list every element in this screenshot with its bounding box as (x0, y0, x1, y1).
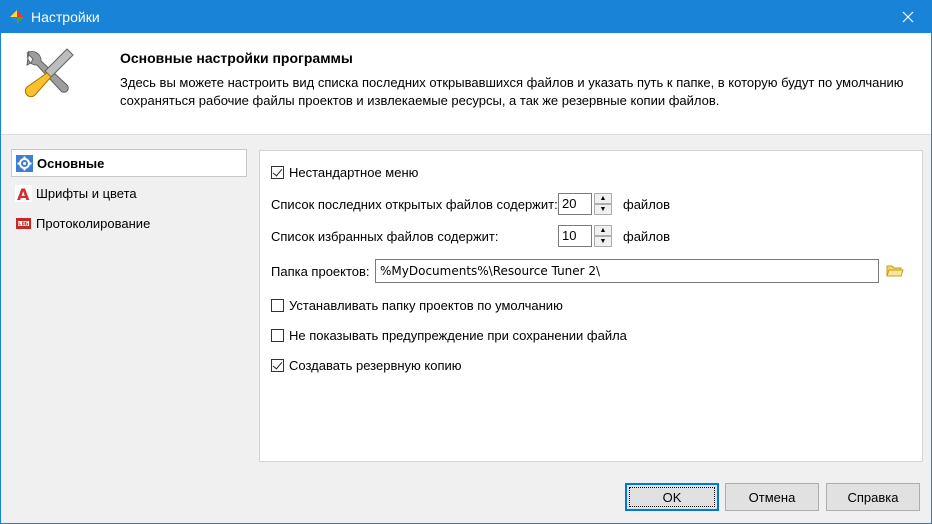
nav-item-general[interactable]: Основные (11, 149, 247, 177)
project-folder-label: Папка проектов: (271, 264, 370, 279)
favorite-files-value[interactable]: 10 (558, 225, 592, 247)
log-icon (15, 215, 32, 232)
spin-up-icon[interactable]: ▲ (594, 225, 612, 236)
custom-menu-option[interactable]: Нестандартное меню (271, 165, 418, 180)
open-folder-icon[interactable] (886, 263, 904, 279)
backup-option[interactable]: Создавать резервную копию (271, 358, 462, 373)
header-panel: Основные настройки программы Здесь вы мо… (1, 33, 931, 135)
settings-window: Настройки Основные настройки программы З… (0, 0, 932, 524)
project-folder-input[interactable]: %MyDocuments%\Resource Tuner 2\ (375, 259, 879, 283)
help-button[interactable]: Справка (826, 483, 920, 511)
close-button[interactable] (885, 1, 931, 33)
header-title: Основные настройки программы (120, 50, 353, 66)
favorite-files-label: Список избранных файлов содержит: (271, 229, 499, 244)
default-folder-option[interactable]: Устанавливать папку проектов по умолчани… (271, 298, 563, 313)
favorite-files-unit-row: файлов (623, 229, 670, 244)
custom-menu-checkbox[interactable] (271, 166, 284, 179)
nav-item-label: Основные (37, 155, 105, 171)
backup-checkbox[interactable] (271, 359, 284, 372)
favorite-files-spinner[interactable]: 10 ▲ ▼ (558, 225, 612, 247)
backup-label: Создавать резервную копию (289, 358, 462, 373)
app-logo-icon (10, 10, 24, 24)
favorite-files-unit: файлов (623, 229, 671, 244)
default-folder-label: Устанавливать папку проектов по умолчани… (289, 298, 563, 313)
spin-up-icon[interactable]: ▲ (594, 193, 612, 204)
nav-item-label: Протоколирование (36, 215, 151, 231)
font-a-icon: A (15, 184, 32, 202)
nav-item-logging[interactable]: Протоколирование (11, 209, 247, 237)
favorite-files-label-row: Список избранных файлов содержит: (271, 229, 499, 244)
no-warning-option[interactable]: Не показывать предупреждение при сохране… (271, 328, 627, 343)
cancel-button[interactable]: Отмена (725, 483, 819, 511)
no-warning-checkbox[interactable] (271, 329, 284, 342)
ok-button[interactable]: OK (625, 483, 719, 511)
tools-icon (24, 48, 74, 98)
recent-files-unit: файлов (623, 197, 671, 212)
header-description: Здесь вы можете настроить вид списка пос… (120, 75, 904, 108)
title-bar: Настройки (1, 1, 931, 33)
project-folder-label-row: Папка проектов: (271, 264, 370, 279)
window-title: Настройки (31, 9, 100, 25)
close-icon (902, 11, 914, 23)
nav-item-label: Шрифты и цвета (36, 185, 137, 201)
nav-item-fonts-colors[interactable]: A Шрифты и цвета (11, 179, 247, 207)
spin-down-icon[interactable]: ▼ (594, 236, 612, 247)
settings-nav: Основные A Шрифты и цвета Протоколирован… (11, 149, 247, 239)
custom-menu-label: Нестандартное меню (289, 165, 419, 180)
recent-files-label-row: Список последних открытых файлов содержи… (271, 197, 558, 212)
default-folder-checkbox[interactable] (271, 299, 284, 312)
spin-down-icon[interactable]: ▼ (594, 204, 612, 215)
recent-files-unit-row: файлов (623, 197, 670, 212)
recent-files-value[interactable]: 20 (558, 193, 592, 215)
recent-files-spinner[interactable]: 20 ▲ ▼ (558, 193, 612, 215)
no-warning-label: Не показывать предупреждение при сохране… (289, 328, 627, 343)
svg-text:A: A (17, 185, 30, 202)
recent-files-label: Список последних открытых файлов содержи… (271, 197, 558, 212)
gear-icon (16, 154, 33, 172)
